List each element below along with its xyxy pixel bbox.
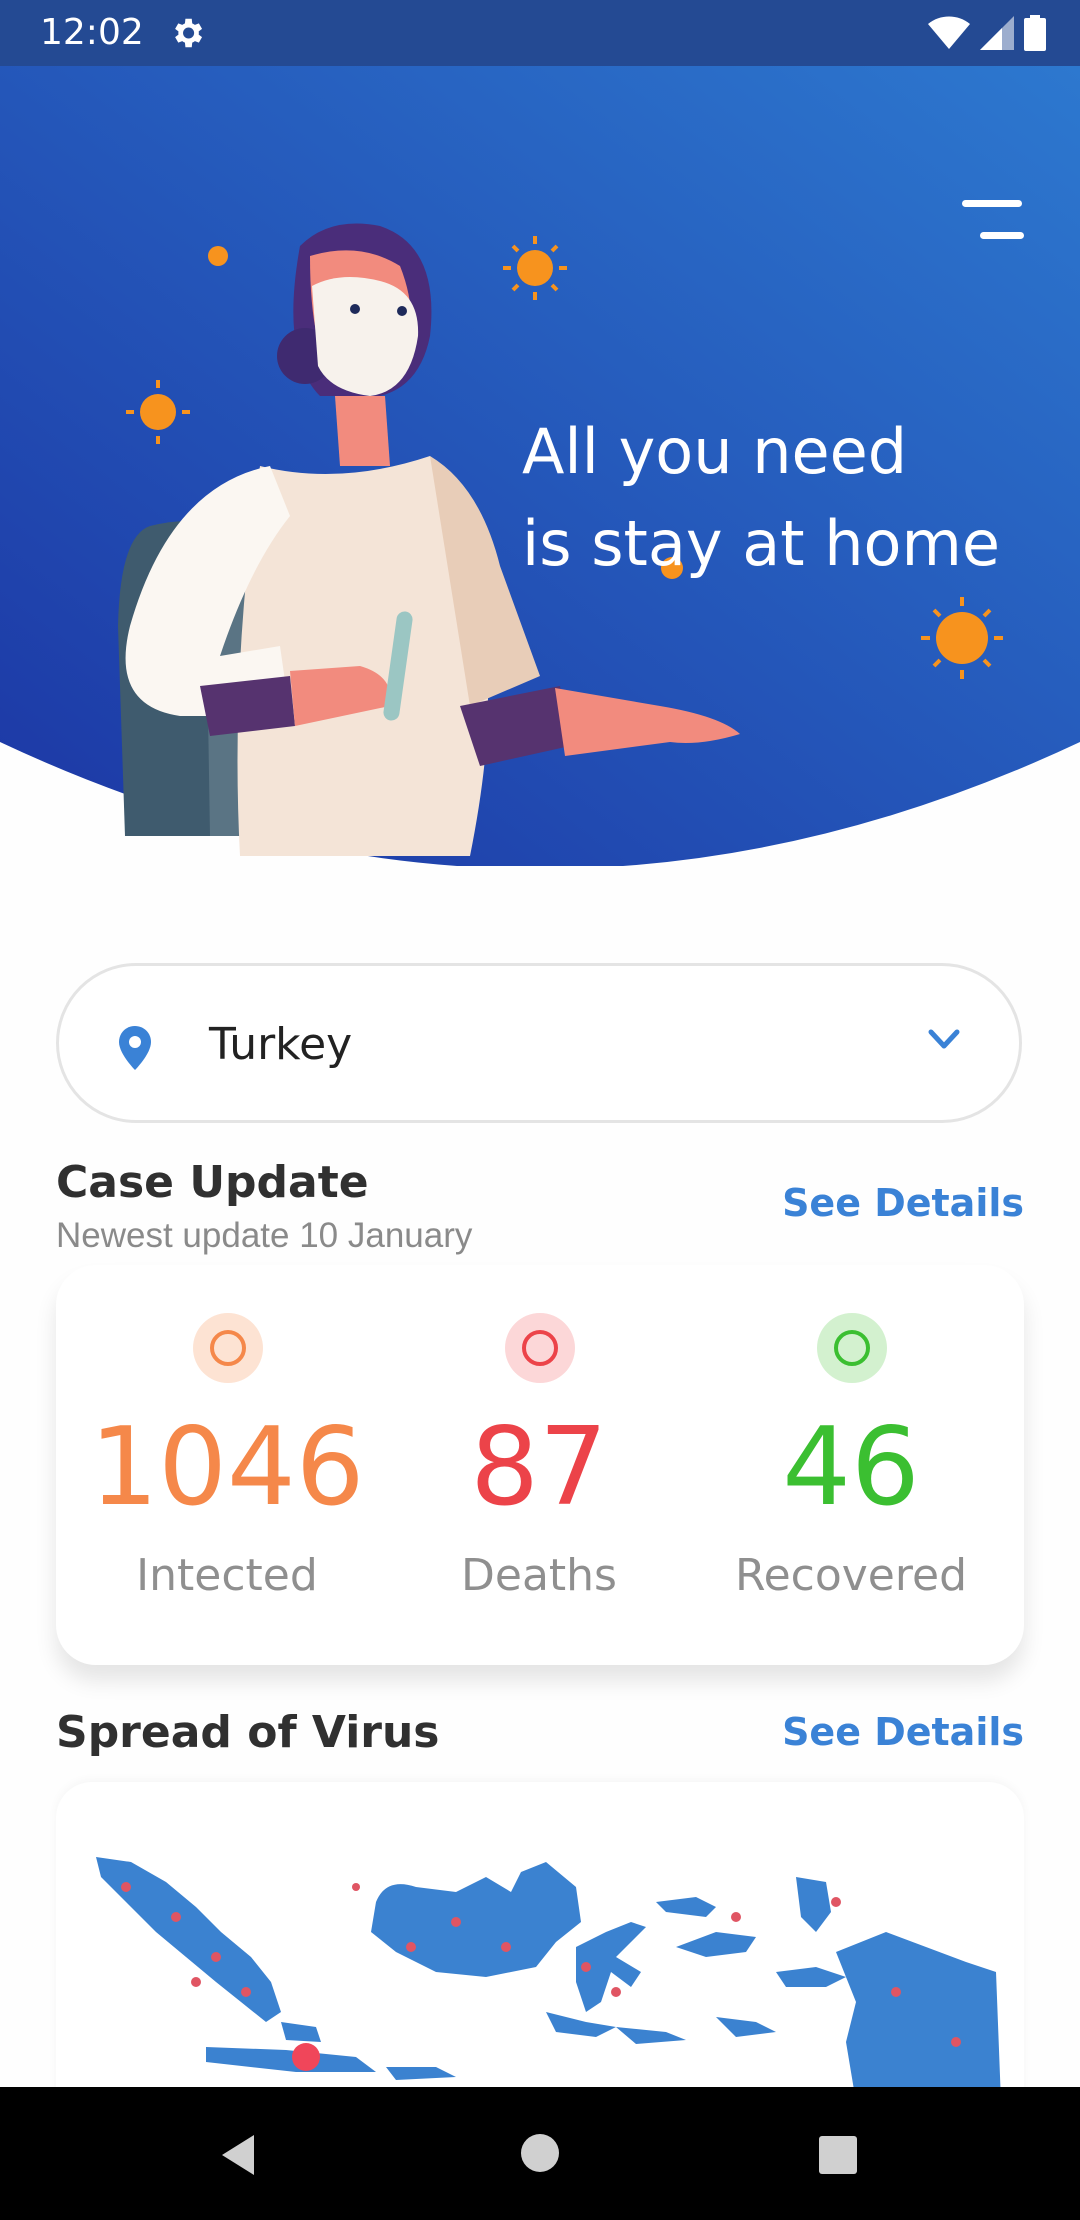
menu-icon (962, 200, 1022, 207)
deaths-label: Deaths (461, 1550, 617, 1601)
country-dropdown[interactable]: Turkey (56, 963, 1022, 1123)
case-update-title: Case Update (56, 1157, 369, 1208)
hero-banner: All you need is stay at home (0, 66, 1080, 866)
infected-label: Intected (136, 1550, 318, 1601)
back-icon[interactable] (218, 2133, 256, 2177)
status-bar: 12:02 (0, 0, 1080, 66)
stat-deaths: 87 Deaths (379, 1265, 699, 1665)
deaths-count: 87 (470, 1405, 608, 1530)
stat-recovered: 46 Recovered (691, 1265, 1011, 1665)
recovered-label: Recovered (734, 1550, 967, 1601)
stats-card: 1046 Intected 87 Deaths 46 Recovered (56, 1265, 1024, 1665)
case-see-details-link[interactable]: See Details (782, 1181, 1024, 1225)
wifi-icon (928, 16, 970, 49)
tagline-line-1: All you need (522, 415, 908, 488)
status-icons (928, 14, 1046, 52)
deaths-indicator-icon (505, 1313, 575, 1383)
spread-title: Spread of Virus (56, 1707, 440, 1758)
recovered-indicator-icon (817, 1313, 887, 1383)
case-update-subtitle: Newest update 10 January (56, 1216, 473, 1255)
location-pin-icon (119, 1026, 151, 1070)
spread-see-details-link[interactable]: See Details (782, 1710, 1024, 1754)
hero-tagline: All you need is stay at home (522, 406, 1000, 590)
battery-icon (1024, 15, 1046, 51)
spread-map-card[interactable] (56, 1782, 1024, 2102)
status-time: 12:02 (40, 12, 144, 53)
recovered-count: 46 (782, 1405, 920, 1530)
menu-button[interactable] (958, 196, 1028, 246)
tagline-line-2: is stay at home (522, 507, 1001, 580)
indonesia-map (96, 1857, 1001, 2102)
home-icon[interactable] (520, 2133, 560, 2173)
gear-icon (175, 18, 203, 48)
infected-count: 1046 (89, 1405, 365, 1530)
system-navigation-bar (0, 2087, 1080, 2220)
infected-indicator-icon (193, 1313, 263, 1383)
chevron-down-icon (928, 1029, 960, 1049)
signal-icon (980, 16, 1014, 50)
stat-infected: 1046 Intected (67, 1265, 387, 1665)
recents-icon[interactable] (818, 2135, 858, 2175)
selected-country: Turkey (209, 1019, 353, 1070)
